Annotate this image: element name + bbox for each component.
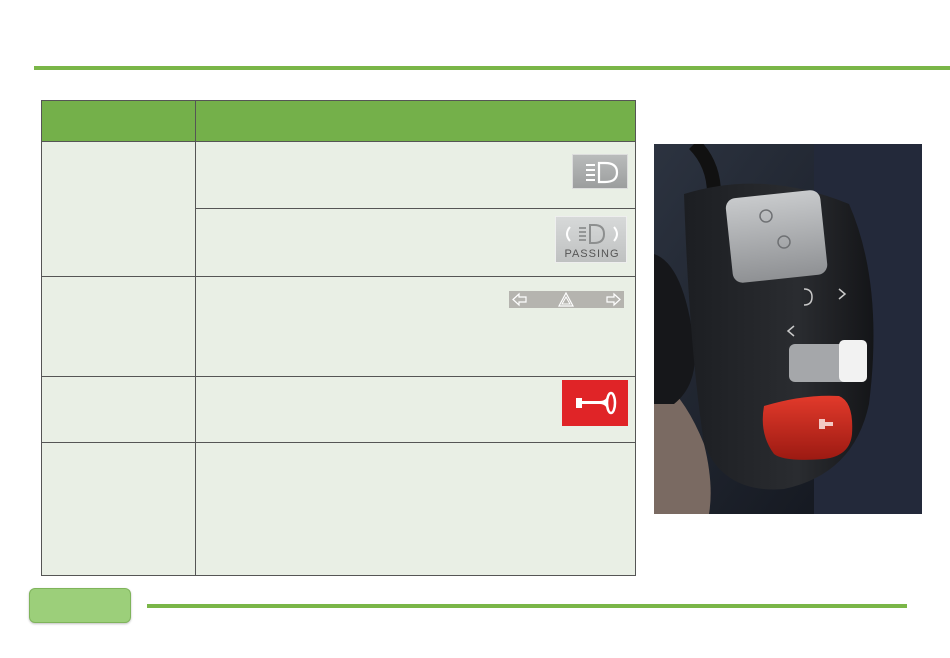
top-divider	[34, 66, 950, 70]
turn-signal-hazard-icon	[509, 291, 624, 308]
bottom-divider	[147, 604, 907, 608]
column-divider	[195, 101, 196, 575]
row-divider	[42, 442, 635, 443]
row-divider	[196, 208, 635, 209]
passing-light-icon: PASSING	[555, 216, 627, 263]
row-divider	[42, 276, 635, 277]
page-tab	[29, 588, 131, 623]
passing-label: PASSING	[564, 248, 620, 260]
horn-icon	[562, 380, 628, 426]
headlight-beam-icon	[572, 154, 628, 189]
table-header-row	[42, 101, 635, 142]
handlebar-switch-photo	[654, 144, 922, 514]
row-divider	[42, 376, 635, 377]
controls-table: PASSING	[41, 100, 636, 576]
